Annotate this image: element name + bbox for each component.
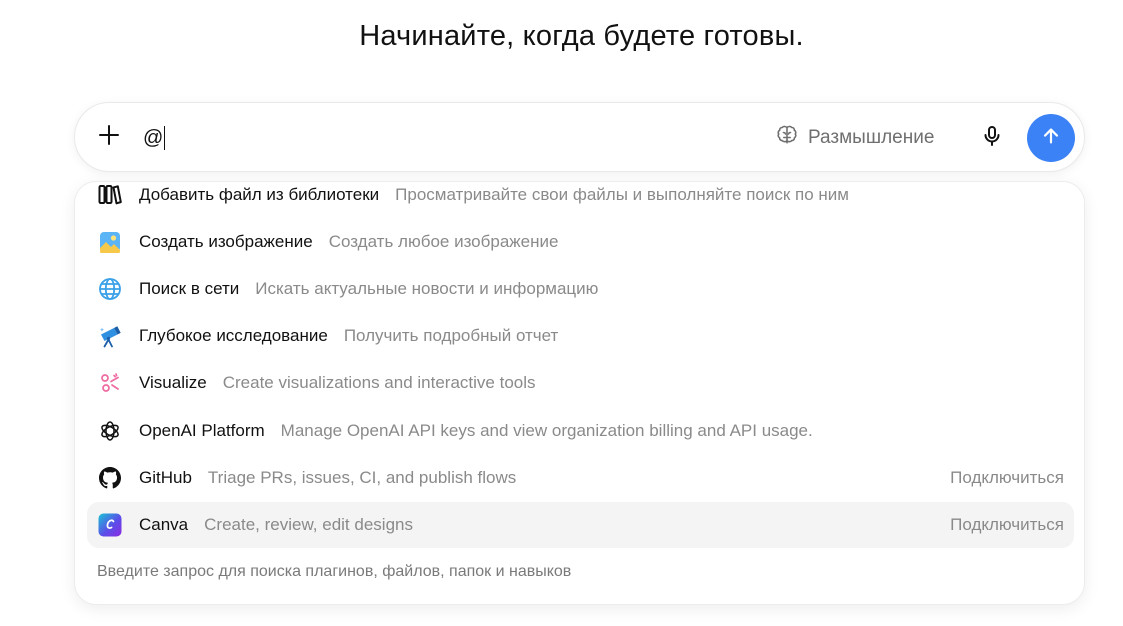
github-icon (97, 465, 123, 491)
menu-item-label: Canva (139, 515, 189, 534)
brain-icon (775, 123, 799, 153)
menu-item-web-search[interactable]: Поиск в сети Искать актуальные новости и… (87, 266, 1074, 312)
mention-dropdown: Добавить файл из библиотеки Просматривай… (74, 181, 1085, 605)
library-icon (97, 182, 123, 208)
prompt-input[interactable]: @ (143, 124, 733, 152)
page-title: Начинайте, когда будете готовы. (359, 20, 804, 52)
canva-icon (97, 512, 123, 538)
thinking-label: Размышление (808, 127, 935, 148)
menu-item-canva[interactable]: Canva Create, review, edit designs Подкл… (87, 502, 1074, 548)
menu-item-github[interactable]: GitHub Triage PRs, issues, CI, and publi… (87, 455, 1074, 501)
plus-icon (97, 123, 121, 152)
prompt-composer: @ Размышление (74, 102, 1085, 172)
menu-item-description: Create visualizations and interactive to… (222, 373, 536, 392)
arrow-up-icon (1040, 125, 1062, 152)
menu-item-deep-research[interactable]: Глубокое исследование Получить подробный… (87, 313, 1074, 359)
menu-item-label: Глубокое исследование (139, 326, 328, 345)
menu-item-description: Получить подробный отчет (343, 326, 559, 345)
telescope-icon (97, 323, 123, 349)
thinking-toggle-button[interactable]: Размышление (775, 123, 934, 153)
menu-item-description: Create, review, edit designs (204, 515, 413, 534)
menu-item-label: GitHub (139, 468, 192, 487)
visualize-icon (97, 370, 123, 396)
menu-item-visualize[interactable]: Visualize Create visualizations and inte… (87, 360, 1074, 406)
menu-item-description: Просматривайте свои файлы и выполняйте п… (395, 185, 849, 204)
page: Начинайте, когда будете готовы. @ Размыш… (0, 0, 1123, 626)
menu-item-label: Добавить файл из библиотеки (139, 185, 380, 204)
voice-input-button[interactable] (977, 123, 1007, 153)
menu-item-description: Triage PRs, issues, CI, and publish flow… (207, 468, 517, 487)
menu-item-label: OpenAI Platform (139, 421, 265, 440)
menu-item-description: Manage OpenAI API keys and view organiza… (280, 421, 813, 440)
globe-icon (97, 276, 123, 302)
microphone-icon (980, 124, 1004, 153)
menu-item-description: Искать актуальные новости и информацию (255, 279, 599, 298)
menu-item-create-image[interactable]: Создать изображение Создать любое изобра… (87, 219, 1074, 265)
menu-item-label: Visualize (139, 373, 207, 392)
image-icon (97, 229, 123, 255)
add-attachment-button[interactable] (93, 121, 125, 153)
connect-button[interactable]: Подключиться (950, 515, 1064, 535)
search-hint: Введите запрос для поиска плагинов, файл… (97, 563, 572, 580)
menu-item-library[interactable]: Добавить файл из библиотеки Просматривай… (87, 182, 1074, 218)
prompt-input-value: @ (143, 126, 164, 149)
text-caret (164, 126, 166, 150)
connect-button[interactable]: Подключиться (950, 468, 1064, 488)
send-button[interactable] (1027, 114, 1075, 162)
menu-item-openai-platform[interactable]: OpenAI Platform Manage OpenAI API keys a… (87, 408, 1074, 454)
openai-icon (97, 418, 123, 444)
menu-item-description: Создать любое изображение (328, 232, 559, 251)
menu-item-label: Поиск в сети (139, 279, 240, 298)
menu-item-label: Создать изображение (139, 232, 313, 251)
